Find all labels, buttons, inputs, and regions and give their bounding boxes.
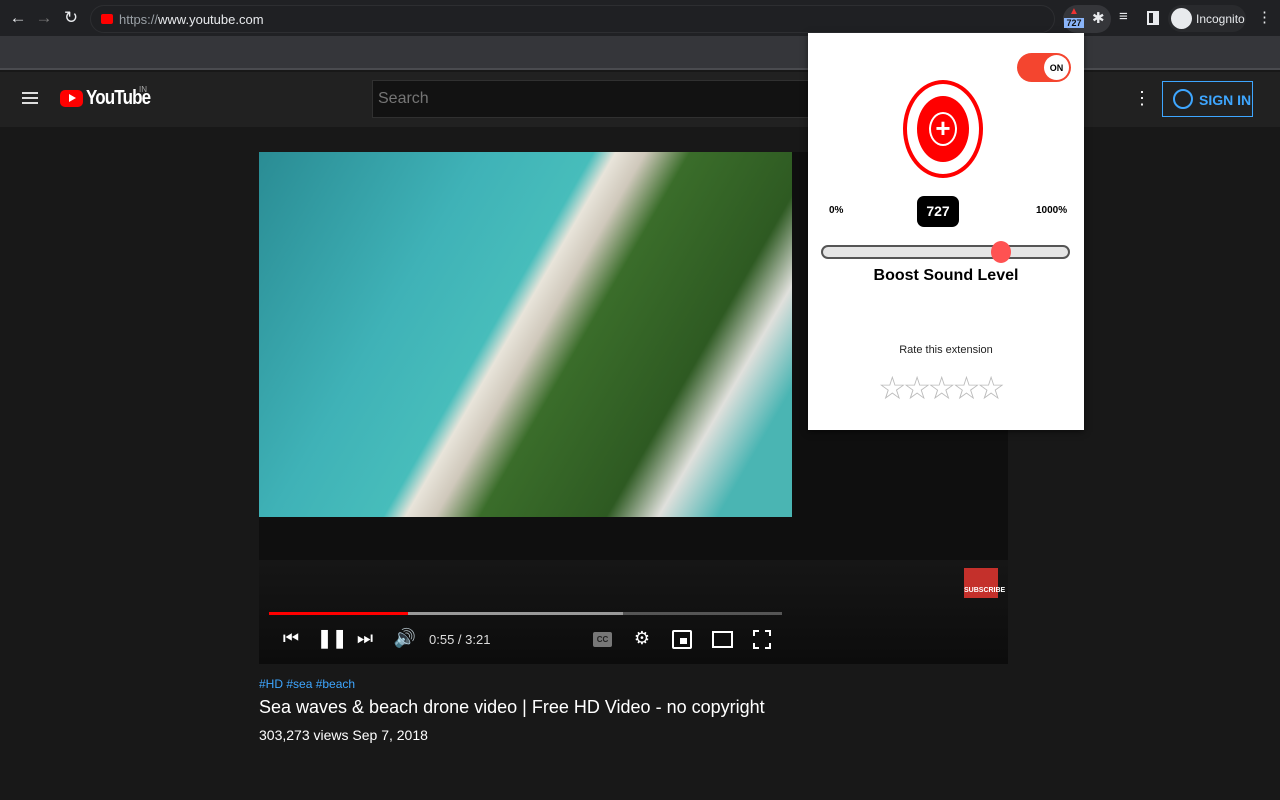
youtube-favicon: [101, 14, 113, 24]
reload-button[interactable]: ↻: [61, 8, 81, 28]
search-input[interactable]: [372, 80, 812, 118]
power-toggle[interactable]: ON: [1017, 53, 1071, 82]
theater-mode-icon[interactable]: [712, 631, 733, 648]
bookmark-bar: [0, 36, 1280, 70]
speaker-icon: ▲: [1069, 6, 1079, 17]
volume-icon[interactable]: 🔊: [393, 628, 417, 649]
slider-thumb[interactable]: [991, 241, 1012, 263]
boost-heading: Boost Sound Level: [873, 267, 1019, 284]
settings-more-icon[interactable]: ⋮: [1133, 88, 1151, 109]
subscribe-watermark[interactable]: SUBSCRIBE: [964, 568, 1005, 598]
incognito-chip[interactable]: Incognito: [1168, 5, 1246, 32]
rating-stars: ☆☆☆☆☆: [878, 369, 1006, 407]
toggle-label: ON: [1044, 55, 1069, 80]
account-icon: [1173, 89, 1193, 109]
sign-in-label: SIGN IN: [1199, 92, 1252, 108]
boost-slider[interactable]: [821, 241, 1070, 263]
max-label: 1000%: [1036, 205, 1068, 216]
min-label: 0%: [829, 205, 844, 216]
video-title: Sea waves & beach drone video | Free HD …: [259, 697, 765, 717]
url-text: https://www.youtube.com: [119, 12, 264, 27]
reading-list-icon[interactable]: ≡: [1119, 8, 1128, 25]
address-bar[interactable]: https://www.youtube.com: [90, 5, 1055, 33]
pause-icon[interactable]: ❚❚: [317, 628, 347, 649]
star-rating-icon[interactable]: ☆: [952, 370, 981, 406]
boost-logo-icon: +: [903, 80, 983, 178]
previous-icon[interactable]: ⏮: [279, 628, 303, 649]
rate-label: Rate this extension: [899, 344, 993, 356]
time-display: 0:55 / 3:21: [429, 632, 491, 647]
fullscreen-icon[interactable]: [753, 630, 771, 649]
next-icon[interactable]: ⏭: [353, 628, 377, 649]
settings-gear-icon[interactable]: ⚙: [630, 628, 654, 649]
puzzle-icon[interactable]: ✱: [1092, 9, 1105, 27]
profile-label: Incognito: [1196, 12, 1245, 26]
boost-value: 727: [917, 196, 959, 227]
back-button[interactable]: ←: [8, 8, 28, 28]
star-rating-icon[interactable]: ☆: [903, 370, 932, 406]
incognito-icon: [1171, 8, 1192, 29]
video-frame[interactable]: [259, 152, 792, 517]
sound-booster-extension-button[interactable]: ▲ 727: [1064, 6, 1084, 32]
progress-played: [269, 612, 408, 615]
hamburger-menu-icon[interactable]: [22, 92, 38, 94]
captions-icon[interactable]: CC: [593, 632, 612, 647]
sign-in-button[interactable]: SIGN IN: [1162, 81, 1253, 117]
star-rating-icon[interactable]: ☆: [878, 370, 907, 406]
video-stats: 303,273 views Sep 7, 2018: [259, 727, 428, 743]
sound-booster-popup: ON + 0% 727 1000% Boost Sound Level Rate…: [808, 33, 1084, 430]
star-rating-icon[interactable]: ☆: [977, 370, 1006, 406]
star-rating-icon[interactable]: ☆: [927, 370, 956, 406]
extension-badge: 727: [1064, 18, 1084, 28]
forward-button[interactable]: →: [34, 8, 54, 28]
region-code: IN: [139, 85, 147, 94]
side-panel-icon[interactable]: [1147, 11, 1159, 25]
miniplayer-icon[interactable]: [672, 630, 692, 649]
hashtags[interactable]: #HD #sea #beach: [259, 677, 355, 691]
chrome-menu-icon[interactable]: ⋮: [1257, 8, 1272, 26]
youtube-logo-icon[interactable]: [60, 90, 83, 107]
